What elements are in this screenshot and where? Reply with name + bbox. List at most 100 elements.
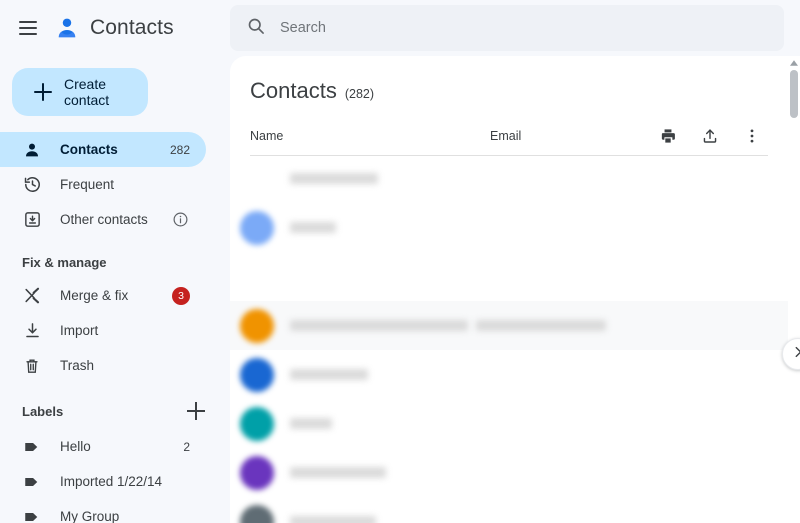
sidebar-item-label: Hello bbox=[60, 439, 165, 454]
sidebar-item-label-my-group[interactable]: My Group bbox=[0, 499, 206, 523]
contact-avatar[interactable] bbox=[240, 407, 274, 441]
contact-avatar[interactable] bbox=[240, 505, 274, 523]
sidebar-item-label-hello[interactable]: Hello 2 bbox=[0, 429, 206, 464]
person-icon bbox=[22, 140, 42, 160]
sidebar-item-label: Other contacts bbox=[60, 212, 152, 227]
history-icon bbox=[22, 175, 42, 195]
contact-row[interactable] bbox=[230, 301, 800, 350]
top-bar-left: Contacts bbox=[0, 15, 230, 41]
sidebar-item-label: Trash bbox=[60, 358, 190, 373]
scrollbar-thumb[interactable] bbox=[790, 70, 798, 118]
merge-tools-icon bbox=[22, 286, 42, 306]
header-actions bbox=[658, 126, 768, 146]
sidebar-item-contacts[interactable]: Contacts 282 bbox=[0, 132, 206, 167]
app-body: Create contact Contacts 282 bbox=[0, 56, 800, 523]
main-inner: Contacts (282) Name Email bbox=[230, 56, 800, 523]
info-icon[interactable] bbox=[170, 210, 190, 230]
spacer bbox=[0, 383, 230, 393]
search-input[interactable] bbox=[280, 20, 768, 36]
create-label-plus-icon[interactable] bbox=[186, 401, 206, 421]
column-headers: Name Email bbox=[250, 116, 768, 156]
sidebar-item-label: Merge & fix bbox=[60, 288, 154, 303]
top-bar: Contacts bbox=[0, 0, 800, 56]
column-header-email: Email bbox=[490, 129, 658, 143]
redacted-contact-name bbox=[290, 467, 386, 478]
search-bar[interactable] bbox=[230, 5, 784, 51]
page-title-text: Contacts bbox=[250, 78, 337, 104]
contact-row[interactable] bbox=[230, 154, 800, 203]
sidebar-item-label: Contacts bbox=[60, 142, 152, 157]
merge-fix-badge: 3 bbox=[172, 287, 190, 305]
contact-name-cell bbox=[290, 369, 476, 380]
sidebar-item-label: Import bbox=[60, 323, 190, 338]
label-tag-icon bbox=[22, 507, 42, 523]
contact-name-cell bbox=[290, 467, 476, 478]
fix-and-manage-section-title: Fix & manage bbox=[0, 247, 230, 278]
redacted-contact-email bbox=[476, 320, 606, 331]
sidebar-item-count: 2 bbox=[183, 440, 190, 454]
contact-name-cell bbox=[290, 173, 476, 184]
section-label: Labels bbox=[22, 404, 186, 419]
contact-name-cell bbox=[290, 222, 476, 233]
sidebar-item-merge-and-fix[interactable]: Merge & fix 3 bbox=[0, 278, 206, 313]
contact-row[interactable] bbox=[230, 203, 800, 252]
page-title: Contacts (282) bbox=[230, 78, 800, 104]
contact-name-cell bbox=[290, 320, 476, 331]
scroll-up-arrow-icon[interactable] bbox=[788, 56, 800, 70]
import-download-icon bbox=[22, 321, 42, 341]
redacted-contact-name bbox=[290, 222, 336, 233]
redacted-contact-name bbox=[290, 516, 376, 523]
contact-name-cell bbox=[290, 418, 476, 429]
contacts-list[interactable] bbox=[230, 154, 800, 523]
chevron-right-icon bbox=[791, 345, 800, 364]
person-add-box-icon bbox=[22, 210, 42, 230]
hamburger-menu-icon[interactable] bbox=[16, 16, 40, 40]
section-label: Fix & manage bbox=[22, 255, 208, 270]
contact-avatar[interactable] bbox=[240, 211, 274, 245]
contacts-person-icon bbox=[54, 15, 80, 41]
column-header-name: Name bbox=[250, 129, 490, 143]
redacted-contact-name bbox=[290, 320, 468, 331]
contact-avatar[interactable] bbox=[240, 162, 274, 196]
contact-avatar[interactable] bbox=[240, 260, 274, 294]
contact-row[interactable] bbox=[230, 350, 800, 399]
redacted-contact-name bbox=[290, 173, 378, 184]
create-contact-button[interactable]: Create contact bbox=[12, 68, 148, 116]
sidebar-item-other-contacts[interactable]: Other contacts bbox=[0, 202, 206, 237]
label-tag-icon bbox=[22, 472, 42, 492]
plus-icon bbox=[34, 83, 52, 101]
sidebar-item-import[interactable]: Import bbox=[0, 313, 206, 348]
labels-section-title: Labels bbox=[0, 393, 230, 429]
print-icon[interactable] bbox=[658, 126, 678, 146]
contact-row[interactable] bbox=[230, 497, 800, 523]
vertical-scrollbar[interactable] bbox=[788, 56, 800, 523]
main-panel: Contacts (282) Name Email bbox=[230, 56, 800, 523]
sidebar-item-trash[interactable]: Trash bbox=[0, 348, 206, 383]
sidebar-item-label: Frequent bbox=[60, 177, 190, 192]
export-upload-icon[interactable] bbox=[700, 126, 720, 146]
sidebar-item-count: 282 bbox=[170, 143, 190, 157]
contacts-count: (282) bbox=[345, 87, 374, 101]
sidebar: Create contact Contacts 282 bbox=[0, 56, 230, 523]
contact-row[interactable] bbox=[230, 252, 800, 301]
sidebar-item-label: Imported 1/22/14 bbox=[60, 474, 190, 489]
brand[interactable]: Contacts bbox=[54, 15, 174, 41]
top-bar-right bbox=[230, 0, 800, 56]
contact-name-cell bbox=[290, 516, 476, 523]
contact-row[interactable] bbox=[230, 399, 800, 448]
contacts-app: Contacts Create contact bbox=[0, 0, 800, 523]
contact-avatar[interactable] bbox=[240, 358, 274, 392]
redacted-contact-name bbox=[290, 418, 332, 429]
create-contact-label: Create contact bbox=[64, 76, 126, 108]
contact-row[interactable] bbox=[230, 448, 800, 497]
sidebar-item-label: My Group bbox=[60, 509, 190, 523]
contact-email-cell bbox=[476, 320, 768, 331]
more-options-icon[interactable] bbox=[742, 126, 762, 146]
sidebar-item-frequent[interactable]: Frequent bbox=[0, 167, 206, 202]
trash-icon bbox=[22, 356, 42, 376]
spacer bbox=[0, 237, 230, 247]
contact-avatar[interactable] bbox=[240, 309, 274, 343]
contact-avatar[interactable] bbox=[240, 456, 274, 490]
label-tag-icon bbox=[22, 437, 42, 457]
sidebar-item-label-imported[interactable]: Imported 1/22/14 bbox=[0, 464, 206, 499]
